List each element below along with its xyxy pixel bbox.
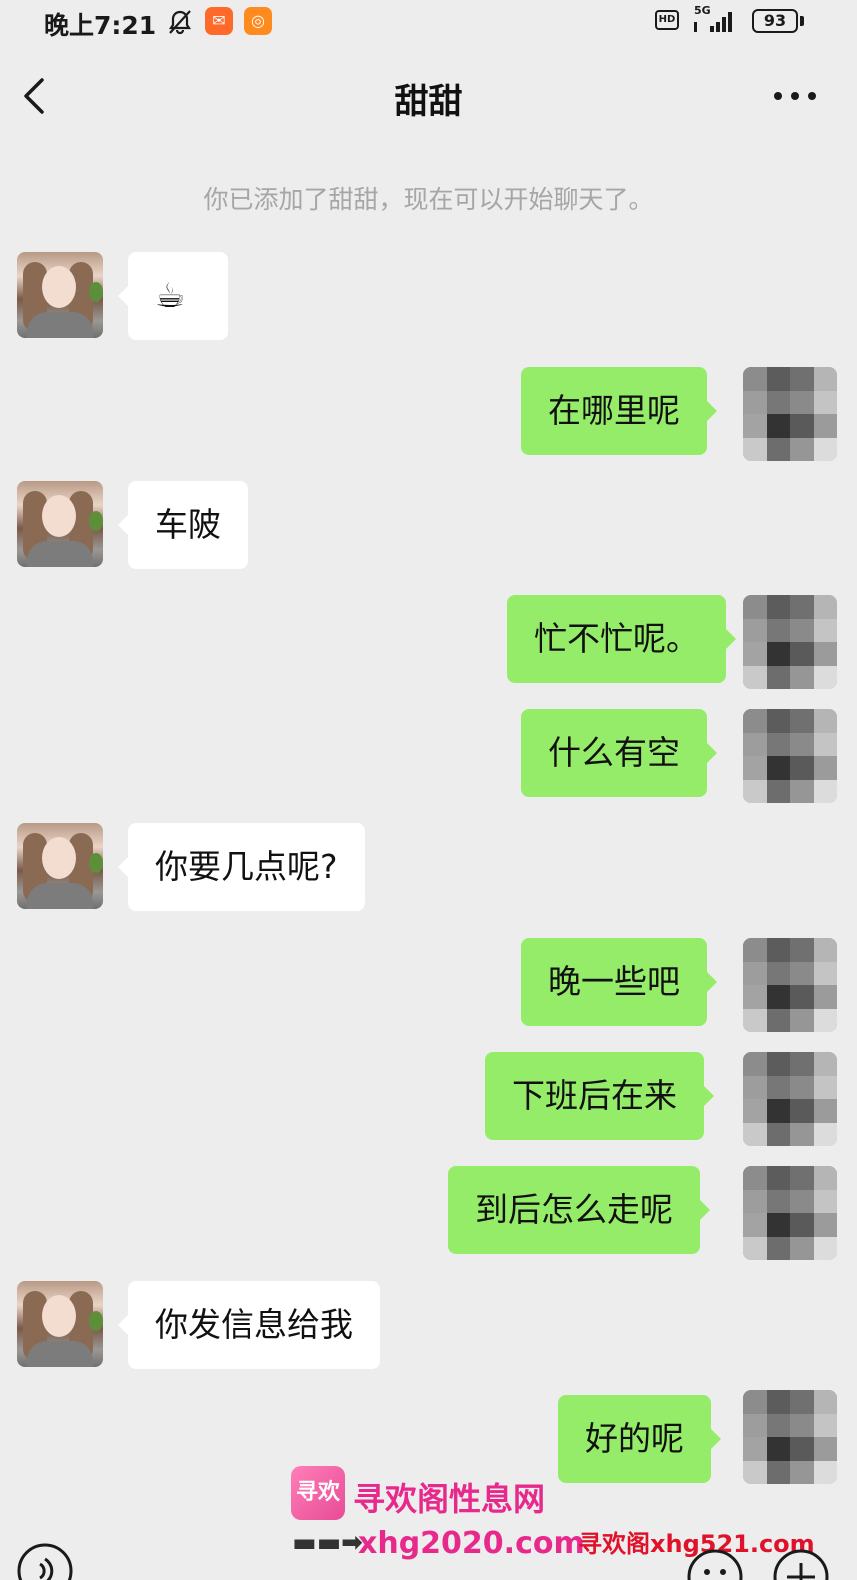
emoji-icon[interactable]	[686, 1548, 744, 1580]
input-bar	[0, 1528, 857, 1580]
my-avatar[interactable]	[743, 367, 837, 461]
message-bubble-outgoing[interactable]: 什么有空	[521, 709, 717, 797]
message-bubble-outgoing[interactable]: 到后怎么走呢	[448, 1166, 710, 1254]
more-functions-plus-icon[interactable]	[772, 1548, 830, 1580]
message-bubble-outgoing[interactable]: 忙不忙呢。	[507, 595, 736, 683]
chat-header: 甜甜	[0, 52, 857, 140]
contact-avatar[interactable]	[17, 252, 103, 338]
battery-level: 93	[752, 9, 798, 33]
message-bubble-outgoing[interactable]: 好的呢	[558, 1395, 721, 1483]
status-time: 晚上7:21	[44, 11, 157, 40]
watermark-title: 寻欢阁性息网	[353, 1480, 546, 1518]
message-bubble-outgoing[interactable]: 在哪里呢	[521, 367, 717, 455]
message-bubble-incoming[interactable]: 你要几点呢?	[118, 823, 365, 911]
hd-badge: HD	[655, 10, 679, 30]
my-avatar[interactable]	[743, 1052, 837, 1146]
contact-avatar[interactable]	[17, 823, 103, 909]
my-avatar[interactable]	[743, 1390, 837, 1484]
message-bubble-incoming[interactable]: 你发信息给我	[118, 1281, 380, 1369]
contact-avatar[interactable]	[17, 1281, 103, 1367]
chat-title: 甜甜	[394, 82, 463, 122]
my-avatar[interactable]	[743, 938, 837, 1032]
contact-avatar[interactable]	[17, 481, 103, 567]
system-notice: 你已添加了甜甜，现在可以开始聊天了。	[203, 185, 654, 214]
notification-mute-icon	[168, 10, 192, 35]
message-bubble-outgoing[interactable]: 晚一些吧	[521, 938, 717, 1026]
browser-app-icon: ◎	[244, 7, 272, 35]
battery-tip	[800, 16, 804, 26]
my-avatar[interactable]	[743, 1166, 837, 1260]
message-bubble-incoming[interactable]: 车陂	[118, 481, 248, 569]
watermark-logo: 寻欢	[291, 1466, 345, 1520]
my-avatar[interactable]	[743, 595, 837, 689]
status-bar: 晚上7:21 ✉ ◎ HD 5G 93	[0, 0, 857, 44]
message-bubble-outgoing[interactable]: 下班后在来	[485, 1052, 714, 1140]
shopping-app-icon: ✉	[205, 7, 233, 35]
more-options-icon[interactable]	[770, 82, 820, 110]
signal-icon	[694, 12, 732, 32]
my-avatar[interactable]	[743, 709, 837, 803]
message-bubble-incoming[interactable]: ☕	[118, 252, 228, 340]
voice-input-icon[interactable]	[16, 1542, 74, 1580]
